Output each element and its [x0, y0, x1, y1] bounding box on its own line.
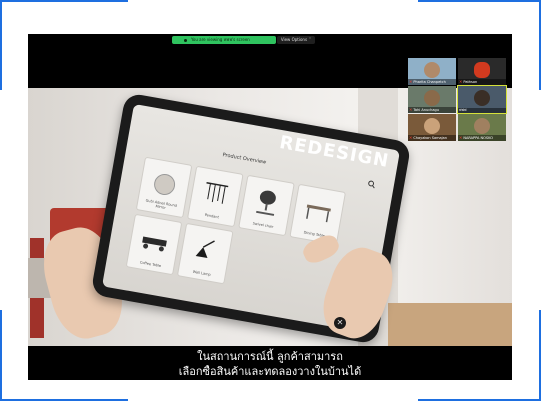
pendant-lamp-icon [206, 181, 229, 204]
mic-muted-icon: ✕ [409, 135, 413, 140]
participant-tile[interactable]: ✕Chayakon Samajan [408, 114, 456, 141]
frame-corner-tl-h [0, 0, 128, 2]
participant-tile[interactable]: ✕Pathson [458, 58, 506, 85]
brand-wordmark: REDESIGN [277, 131, 391, 172]
participant-name: Chayakon Samajan [413, 136, 448, 140]
share-indicator-icon [184, 38, 187, 42]
frame-corner-tl-v [0, 0, 2, 90]
participant-name-row: ✕Tahi Anuchagu [408, 107, 456, 113]
product-card-wall-lamp[interactable]: Wall Lamp [176, 222, 234, 285]
product-label: Coffee Table [139, 260, 162, 269]
participant-name-row: ฟฟฟ [458, 108, 506, 113]
zoom-meeting-window: You are viewing ฟฟฟ's screen View Option… [28, 34, 512, 380]
product-overview-title: Product Overview [222, 152, 267, 166]
table-icon [306, 204, 331, 223]
mirror-icon [154, 173, 176, 195]
mic-muted-icon: ✕ [409, 107, 413, 112]
product-label: Wall Lamp [192, 269, 212, 277]
product-card-chair[interactable]: Swivel chair [238, 174, 295, 237]
search-icon[interactable] [367, 180, 376, 189]
subtitle-line-2: เลือกซื้อสินค้าและทดลองวางในบ้านได้ [178, 365, 362, 375]
product-card-mirror[interactable]: Gubi Adnet Round Mirror [135, 156, 193, 219]
screen-share-bar: You are viewing ฟฟฟ's screen View Option… [172, 36, 316, 44]
frame-corner-bl-v [0, 310, 2, 401]
product-card-pendant[interactable]: Pendant [186, 165, 244, 228]
product-label: Swivel chair [252, 221, 274, 229]
participant-video [424, 62, 440, 78]
low-table-icon [142, 236, 167, 252]
product-label: Pendant [204, 212, 220, 220]
participant-name: Tahi Anuchagu [413, 108, 439, 112]
participant-tile[interactable]: ✕NARAPPA NOSKO [458, 114, 506, 141]
participant-name: ฟฟฟ [459, 108, 467, 112]
share-status-text: You are viewing ฟฟฟ's screen [191, 37, 250, 42]
participant-name: NARAPPA NOSKO [463, 136, 494, 140]
participant-name-row: ✕Chayakon Samajan [408, 135, 456, 141]
frame-corner-tr-h [418, 0, 541, 2]
mic-muted-icon: ✕ [459, 135, 463, 140]
participant-name-row: ✕Pharita Chanpetch [408, 79, 456, 85]
close-icon[interactable]: ✕ [334, 317, 346, 329]
product-card-dining-table[interactable]: Dining Table [289, 183, 347, 246]
participant-video [424, 118, 440, 134]
participant-video [424, 90, 440, 106]
mic-muted-icon: ✕ [409, 79, 413, 84]
mic-muted-icon: ✕ [459, 79, 463, 84]
share-status-pill: You are viewing ฟฟฟ's screen [172, 36, 276, 44]
participant-gallery: ✕Pharita Chanpetch ✕Pathson ✕Tahi Anucha… [408, 58, 507, 142]
participant-name-row: ✕Pathson [458, 79, 506, 85]
wall-lamp-icon [195, 240, 215, 259]
participant-name: Pathson [463, 80, 478, 84]
office-chair-icon [256, 190, 276, 216]
participant-name-row: ✕NARAPPA NOSKO [458, 135, 506, 141]
background-wood-floor [388, 303, 512, 346]
participant-avatar [474, 62, 490, 78]
subtitle-line-1: ในสถานการณ์นี้ ลูกค้าสามารถ [197, 350, 343, 363]
participant-tile[interactable]: ✕Tahi Anuchagu [408, 86, 456, 113]
participant-video [474, 90, 490, 106]
product-card-coffee-table[interactable]: Coffee Table [125, 213, 183, 276]
participant-tile[interactable]: ✕Pharita Chanpetch [408, 58, 456, 85]
view-options-button[interactable]: View Options ˅ [276, 36, 316, 44]
participant-name: Pharita Chanpetch [413, 80, 446, 84]
participant-video [474, 118, 490, 134]
view-options-label: View Options [280, 37, 308, 42]
chevron-down-icon: ˅ [309, 37, 312, 42]
participant-tile-active-speaker[interactable]: ฟฟฟ [457, 85, 507, 114]
